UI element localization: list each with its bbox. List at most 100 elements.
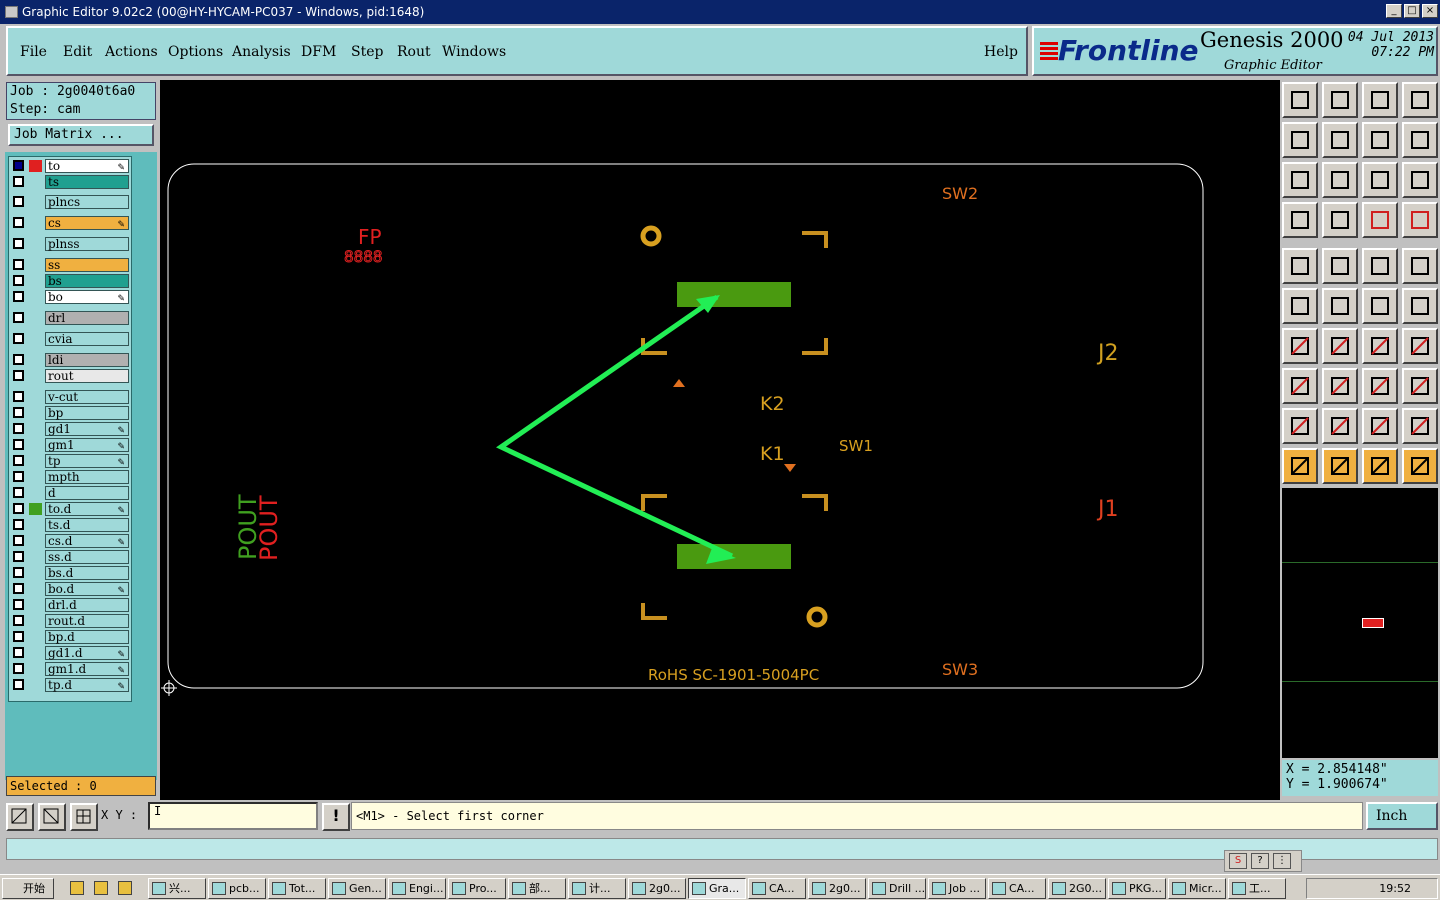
layer-toggle-icon[interactable] bbox=[1402, 202, 1438, 238]
layer-checkbox[interactable] bbox=[13, 471, 24, 482]
menu-file[interactable]: File bbox=[20, 44, 47, 60]
ime-help-icon[interactable]: ? bbox=[1251, 853, 1269, 869]
layer-checkbox[interactable] bbox=[13, 487, 24, 498]
ime-sogou-icon[interactable]: S bbox=[1229, 853, 1247, 869]
layer-checkbox[interactable] bbox=[13, 439, 24, 450]
taskbar-item[interactable]: 2g0... bbox=[628, 878, 686, 899]
layer-name[interactable]: drl bbox=[45, 311, 129, 325]
fit-icon[interactable] bbox=[1282, 162, 1318, 198]
menu-windows[interactable]: Windows bbox=[442, 44, 506, 60]
segment-icon[interactable] bbox=[1322, 368, 1358, 404]
layer-name[interactable]: bo.d ✎ bbox=[45, 582, 129, 596]
layer-name[interactable]: plnss bbox=[45, 237, 129, 251]
layer-row[interactable]: ts.d bbox=[11, 518, 129, 532]
rotate-icon[interactable] bbox=[1362, 328, 1398, 364]
layer-name[interactable]: bs.d bbox=[45, 566, 129, 580]
align-left-icon[interactable] bbox=[1282, 122, 1318, 158]
menu-analysis[interactable]: Analysis bbox=[232, 44, 291, 60]
taskbar-item[interactable]: pcb... bbox=[208, 878, 266, 899]
layer-checkbox[interactable] bbox=[13, 535, 24, 546]
select-circle-icon[interactable] bbox=[1362, 448, 1398, 484]
layer-name[interactable]: ldi bbox=[45, 353, 129, 367]
layer-row[interactable]: v-cut bbox=[11, 390, 129, 404]
snap-icon[interactable] bbox=[6, 803, 34, 831]
snake-icon[interactable] bbox=[1402, 122, 1438, 158]
grid-view-icon[interactable] bbox=[1322, 202, 1358, 238]
layer-name[interactable]: d bbox=[45, 486, 129, 500]
layer-row[interactable]: gm1 ✎ bbox=[11, 438, 129, 452]
layer-name[interactable]: ts bbox=[45, 175, 129, 189]
polygon-icon[interactable] bbox=[1322, 248, 1358, 284]
taskbar-item[interactable]: 工... bbox=[1228, 878, 1286, 899]
layer-checkbox[interactable] bbox=[13, 196, 24, 207]
layer-name[interactable]: cs ✎ bbox=[45, 216, 129, 230]
layer-checkbox[interactable] bbox=[13, 583, 24, 594]
layer-name[interactable]: to ✎ bbox=[45, 159, 129, 173]
layer-name[interactable]: rout bbox=[45, 369, 129, 383]
layer-row[interactable]: gm1.d ✎ bbox=[11, 662, 129, 676]
taskbar-item[interactable]: 2g0... bbox=[808, 878, 866, 899]
menu-rout[interactable]: Rout bbox=[397, 44, 431, 60]
connect2-icon[interactable] bbox=[1402, 288, 1438, 324]
taskbar-item[interactable]: CA... bbox=[748, 878, 806, 899]
layer-checkbox[interactable] bbox=[13, 551, 24, 562]
taskbar-item[interactable]: Gen... bbox=[328, 878, 386, 899]
menu-edit[interactable]: Edit bbox=[63, 44, 92, 60]
menu-actions[interactable]: Actions bbox=[105, 44, 158, 60]
layer-row[interactable]: to ✎ bbox=[11, 159, 129, 173]
layer-name[interactable]: tp.d ✎ bbox=[45, 678, 129, 692]
measure-icon[interactable] bbox=[1362, 368, 1398, 404]
layer-checkbox[interactable] bbox=[13, 312, 24, 323]
layer-checkbox[interactable] bbox=[13, 647, 24, 658]
import-icon[interactable] bbox=[1282, 82, 1318, 118]
layer-name[interactable]: gm1 ✎ bbox=[45, 438, 129, 452]
quicklaunch-desktop-icon[interactable] bbox=[70, 881, 84, 895]
layer-checkbox[interactable] bbox=[13, 503, 24, 514]
layer-name[interactable]: cs.d ✎ bbox=[45, 534, 129, 548]
taskbar-item[interactable]: Tot... bbox=[268, 878, 326, 899]
layer-row[interactable]: rout.d bbox=[11, 614, 129, 628]
layer-row[interactable]: drl.d bbox=[11, 598, 129, 612]
select-box-icon[interactable] bbox=[1322, 448, 1358, 484]
home-icon[interactable] bbox=[1362, 82, 1398, 118]
layer-name[interactable]: gd1 ✎ bbox=[45, 422, 129, 436]
move-icon[interactable] bbox=[1282, 368, 1318, 404]
line-icon[interactable] bbox=[1322, 328, 1358, 364]
layer-checkbox[interactable] bbox=[13, 217, 24, 228]
layer-name[interactable]: cvia bbox=[45, 332, 129, 346]
layer-name[interactable]: to.d ✎ bbox=[45, 502, 129, 516]
minimize-button[interactable]: _ bbox=[1386, 4, 1402, 18]
maximize-button[interactable]: □ bbox=[1404, 4, 1420, 18]
align-right-icon[interactable] bbox=[1322, 122, 1358, 158]
alert-button[interactable]: ! bbox=[322, 803, 350, 831]
layer-row[interactable]: cs ✎ bbox=[11, 216, 129, 230]
center-icon[interactable] bbox=[1322, 162, 1358, 198]
layer-checkbox[interactable] bbox=[13, 679, 24, 690]
layer-checkbox[interactable] bbox=[13, 370, 24, 381]
layer-checkbox[interactable] bbox=[13, 238, 24, 249]
triangle-icon[interactable] bbox=[1282, 408, 1318, 444]
layer-name[interactable]: mpth bbox=[45, 470, 129, 484]
window-icon[interactable] bbox=[1402, 82, 1438, 118]
close-button[interactable]: × bbox=[1422, 4, 1438, 18]
quicklaunch-browser-icon[interactable] bbox=[118, 881, 132, 895]
layer-name[interactable]: rout.d bbox=[45, 614, 129, 628]
layer-checkbox[interactable] bbox=[13, 631, 24, 642]
layer-name[interactable]: bp bbox=[45, 406, 129, 420]
mirror-icon[interactable] bbox=[1402, 328, 1438, 364]
layer-row[interactable]: cs.d ✎ bbox=[11, 534, 129, 548]
start-button[interactable]: 开始 bbox=[2, 878, 54, 899]
circle-icon[interactable] bbox=[1402, 248, 1438, 284]
layer-name[interactable]: gm1.d ✎ bbox=[45, 662, 129, 676]
cross-icon[interactable] bbox=[1322, 288, 1358, 324]
taskbar-item[interactable]: Engi... bbox=[388, 878, 446, 899]
layer-row[interactable]: tp ✎ bbox=[11, 454, 129, 468]
layer-row[interactable]: mpth bbox=[11, 470, 129, 484]
layer-checkbox[interactable] bbox=[13, 176, 24, 187]
layer-row[interactable]: to.d ✎ bbox=[11, 502, 129, 516]
taskbar-item[interactable]: Job ... bbox=[928, 878, 986, 899]
layer-row[interactable]: bo ✎ bbox=[11, 290, 129, 304]
layer-name[interactable]: ss bbox=[45, 258, 129, 272]
layer-name[interactable]: bs bbox=[45, 274, 129, 288]
layer-row[interactable]: d bbox=[11, 486, 129, 500]
